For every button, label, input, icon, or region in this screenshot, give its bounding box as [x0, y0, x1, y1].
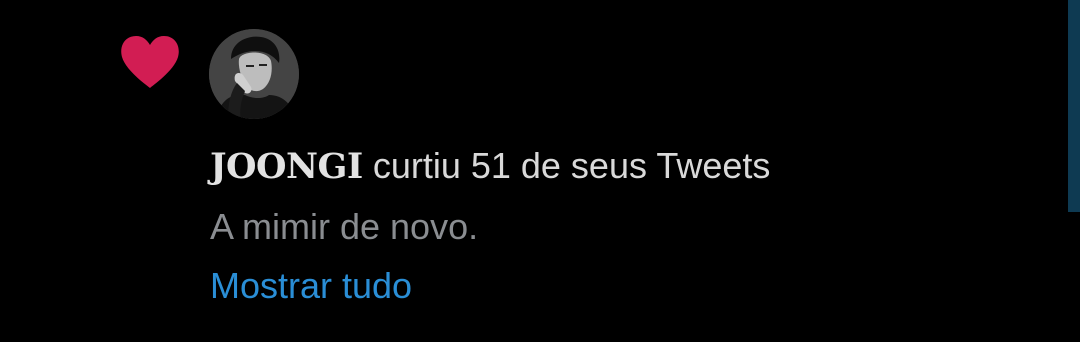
scrollbar[interactable] — [1068, 0, 1080, 212]
username[interactable]: JOONGI — [210, 146, 363, 187]
notification-headline: JOONGI curtiu 51 de seus Tweets — [210, 143, 1050, 190]
heart-icon — [120, 34, 180, 90]
tweet-text: A mimir de novo. — [210, 206, 479, 247]
user-avatar[interactable] — [209, 29, 299, 119]
like-notification[interactable]: JOONGI curtiu 51 de seus Tweets A mimir … — [0, 0, 1080, 342]
notification-action-text: curtiu 51 de seus Tweets — [372, 145, 771, 186]
show-all-link[interactable]: Mostrar tudo — [210, 263, 412, 309]
